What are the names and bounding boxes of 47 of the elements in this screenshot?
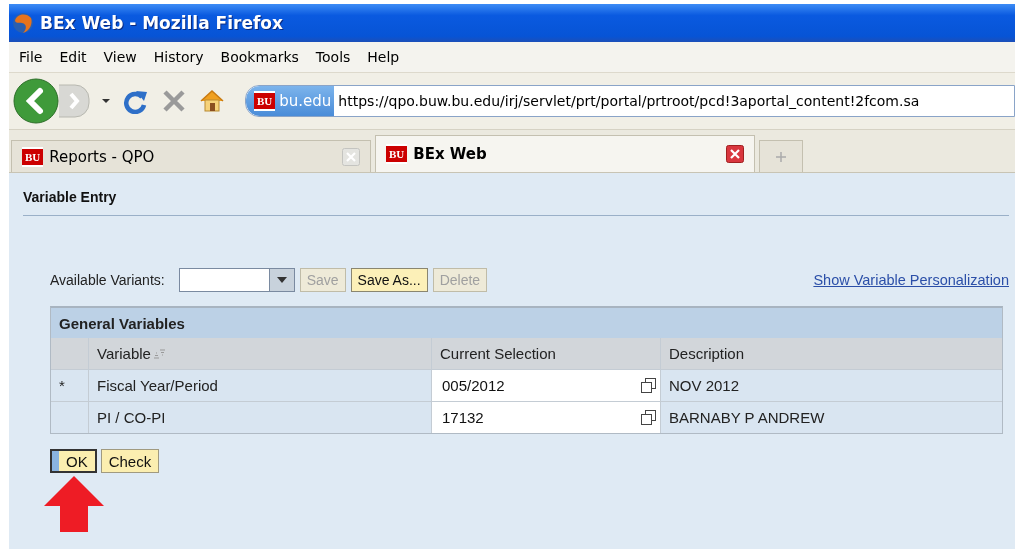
value-help-icon[interactable] — [641, 410, 656, 425]
site-name: bu.edu — [279, 92, 332, 110]
table-cell: Fiscal Year/Period — [89, 370, 431, 401]
menu-item[interactable]: View — [95, 47, 145, 67]
table-cell: NOV 2012 — [661, 370, 1002, 401]
menu-item[interactable]: Bookmarks — [212, 47, 307, 67]
menu-item[interactable]: File — [11, 47, 51, 67]
back-button[interactable] — [13, 78, 59, 124]
annotation-arrow — [43, 475, 105, 533]
column-header[interactable]: Description — [661, 338, 1002, 369]
site-badge: BU — [254, 91, 276, 111]
variant-dropdown[interactable] — [178, 268, 295, 292]
personalization-link[interactable]: Show Variable Personalization — [813, 272, 1009, 288]
browser-tab[interactable]: BU Reports - QPO — [11, 140, 371, 172]
column-header[interactable]: Variable — [89, 338, 431, 369]
browser-tab[interactable]: BU BEx Web — [375, 135, 755, 172]
action-button[interactable]: OK — [50, 449, 97, 473]
column-header[interactable]: Current Selection — [432, 338, 660, 369]
action-button[interactable]: Check — [100, 449, 160, 473]
table-title: General Variables — [58, 313, 186, 334]
dropdown-caret-icon[interactable] — [101, 98, 111, 104]
selection-input[interactable]: 005/2012 — [442, 377, 641, 394]
window-title: BEx Web - Mozilla Firefox — [40, 13, 283, 33]
address-bar[interactable]: BU bu.edu https://qpo.buw.bu.edu/irj/servlet/prt/portal/prtroot/pcd!3aportal_content!2fcom.sa — [245, 85, 1015, 117]
menu-item[interactable]: History — [145, 47, 212, 67]
close-icon[interactable] — [726, 145, 744, 163]
site-badge: BU — [386, 144, 408, 164]
home-icon[interactable] — [199, 88, 225, 114]
variant-button[interactable]: Save As... — [350, 268, 428, 292]
value-help-icon[interactable] — [641, 378, 656, 393]
field-label: Available Variants: — [50, 272, 165, 288]
menu-item[interactable]: Help — [359, 47, 408, 67]
site-identity-button[interactable]: BU bu.edu — [246, 86, 335, 116]
page-title: Variable Entry — [23, 189, 118, 205]
plus-icon — [775, 150, 787, 163]
required-marker: * — [51, 370, 88, 401]
firefox-logo-icon — [12, 12, 34, 34]
table-cell: BARNABY P ANDREW — [661, 402, 1002, 433]
menu-item[interactable]: Edit — [51, 47, 95, 67]
selection-input[interactable]: 17132 — [442, 409, 641, 426]
url-text: https://qpo.buw.bu.edu/irj/servlet/prt/portal/prtroot/pcd!3aportal_content!2fcom.sa — [337, 93, 920, 109]
caret-icon — [276, 277, 287, 283]
reload-icon[interactable] — [123, 88, 149, 114]
site-badge: BU — [22, 146, 44, 167]
menu-item[interactable]: Tools — [307, 47, 359, 67]
stop-icon[interactable] — [161, 88, 187, 114]
table-cell: PI / CO-PI — [89, 402, 431, 433]
